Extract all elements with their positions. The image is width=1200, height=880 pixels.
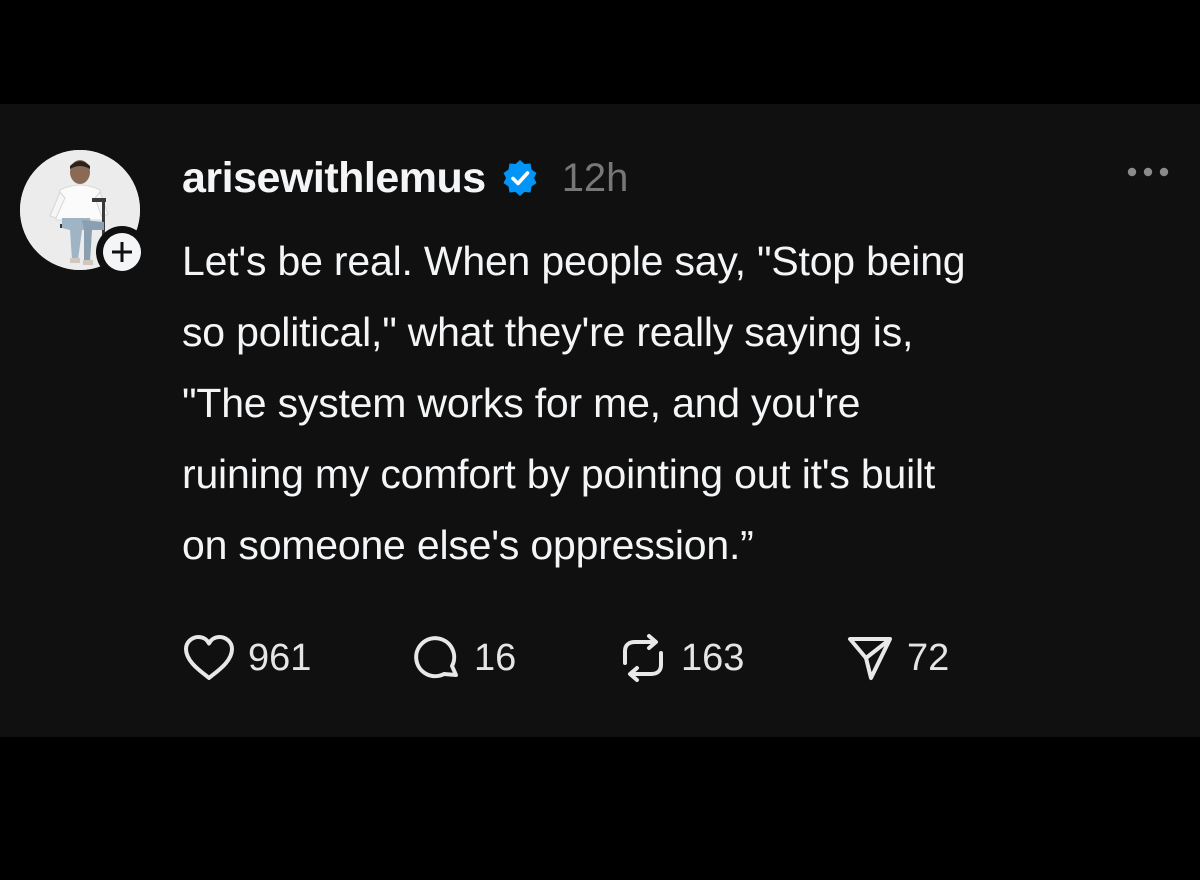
share-button[interactable]: 72 [845,633,949,683]
post-text: Let's be real. When people say, "Stop be… [182,226,1182,581]
more-dots-icon [1127,167,1169,177]
more-options-button[interactable] [1120,160,1176,184]
post-text-line: "The system works for me, and you're [182,380,861,426]
post-text-line: Let's be real. When people say, "Stop be… [182,238,966,284]
reply-count: 16 [474,636,517,679]
repost-icon [617,633,669,683]
heart-icon [182,634,236,682]
post-text-line: so political," what they're really sayin… [182,309,914,355]
reply-button[interactable]: 16 [412,633,617,683]
post-text-line: ruining my comfort by pointing out it's … [182,451,936,497]
plus-icon [112,242,132,262]
avatar-container [20,150,148,278]
verified-badge-icon [500,158,540,198]
username[interactable]: arisewithlemus [182,154,486,203]
repost-count: 163 [681,636,745,679]
comment-icon [412,633,462,683]
share-count: 72 [907,636,950,679]
action-bar: 961 16 163 72 [182,630,949,686]
share-plane-icon [845,633,895,683]
post-text-line: on someone else's oppression.” [182,522,754,568]
repost-button[interactable]: 163 [617,633,845,683]
like-count: 961 [248,636,312,679]
like-button[interactable]: 961 [182,634,412,682]
follow-button-circle [103,233,141,271]
post-timestamp: 12h [561,155,629,200]
thread-post: arisewithlemus 12h Let's be real. When p… [0,104,1200,737]
follow-button[interactable] [96,226,148,278]
post-header: arisewithlemus 12h [182,150,628,206]
